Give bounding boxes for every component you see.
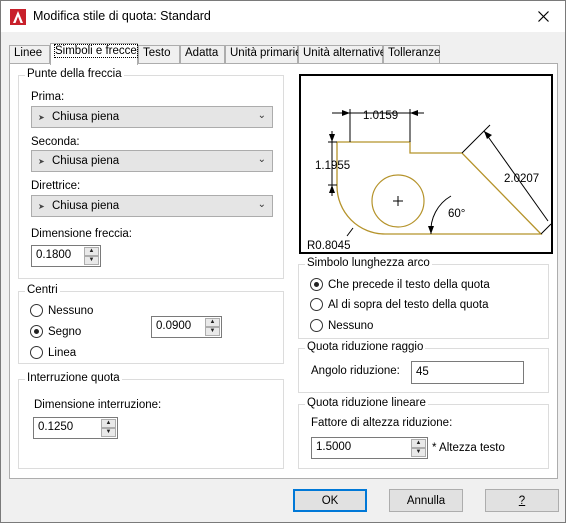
dim-break-title: Interruzione quota <box>25 372 122 384</box>
center-marks-group: Centri Nessuno Segno Linea 0.0900 ▲ ▼ <box>18 284 284 364</box>
preview-radius: R0.8045 <box>307 240 350 252</box>
linear-jog-group: Quota riduzione lineare Fattore di altez… <box>298 397 549 469</box>
preview-dim-left: 1.1955 <box>315 160 350 172</box>
radius-jog-group: Quota riduzione raggio Angolo riduzione:… <box>298 341 549 393</box>
first-arrow-label: Prima: <box>31 91 65 103</box>
filled-arrow-icon: ➤ <box>38 156 45 166</box>
jog-factor-value: 1.5000 <box>316 441 352 453</box>
jog-angle-label: Angolo riduzione: <box>311 365 400 377</box>
leader-arrow-label: Direttrice: <box>31 180 81 192</box>
chevron-down-icon: ⌄ <box>257 110 266 121</box>
preview-dim-top: 1.0159 <box>363 110 398 122</box>
tab-panel: Punte della freccia Prima: ➤ Chiusa pien… <box>9 63 558 479</box>
tab-tolleranze[interactable]: Tolleranze <box>383 45 440 64</box>
window-title: Modifica stile di quota: Standard <box>33 9 211 23</box>
center-mark-radio[interactable]: Segno <box>30 325 81 338</box>
preview-shape <box>336 141 543 235</box>
chevron-down-icon: ⌄ <box>257 154 266 165</box>
dim-break-group: Interruzione quota Dimensione interruzio… <box>18 372 284 469</box>
ok-button[interactable]: OK <box>293 489 367 512</box>
arrow-size-label: Dimensione freccia: <box>31 228 132 240</box>
tab-simboli-e-frecce[interactable]: Simboli e frecce <box>50 43 138 65</box>
arrow-size-value: 0.1800 <box>36 249 72 261</box>
title-bar: Modifica stile di quota: Standard <box>1 1 565 32</box>
spin-down-icon[interactable]: ▼ <box>84 256 99 265</box>
center-none-radio[interactable]: Nessuno <box>30 304 93 317</box>
break-size-value: 0.1250 <box>38 421 74 433</box>
preview-drawing: 1.0159 1.1955 2.0207 60° R0.8045 <box>307 109 552 252</box>
radius-jog-title: Quota riduzione raggio <box>305 341 426 353</box>
chevron-down-icon: ⌄ <box>257 199 266 210</box>
tab-adatta[interactable]: Adatta <box>180 45 225 64</box>
preview-dim-right: 2.0207 <box>504 173 539 185</box>
autocad-logo-icon <box>10 9 26 25</box>
arc-length-title: Simbolo lunghezza arco <box>305 257 432 269</box>
leader-arrow-select[interactable]: ➤ Chiusa piena ⌄ <box>31 195 273 217</box>
spin-down-icon[interactable]: ▼ <box>205 327 220 336</box>
second-arrow-label: Seconda: <box>31 136 80 148</box>
arc-length-group: Simbolo lunghezza arco Che precede il te… <box>298 257 549 339</box>
tab-unita-alternative[interactable]: Unità alternative <box>298 45 386 64</box>
spin-up-icon[interactable]: ▲ <box>411 439 426 448</box>
spin-down-icon[interactable]: ▼ <box>101 428 116 437</box>
filled-arrow-icon: ➤ <box>38 112 45 122</box>
tab-testo[interactable]: Testo <box>138 45 180 64</box>
arrowheads-group: Punte della freccia Prima: ➤ Chiusa pien… <box>18 68 284 279</box>
center-size-spinner[interactable]: 0.0900 ▲ ▼ <box>151 316 222 338</box>
center-size-value: 0.0900 <box>156 320 192 332</box>
arrowheads-title: Punte della freccia <box>25 68 124 80</box>
spin-up-icon[interactable]: ▲ <box>205 318 220 327</box>
tab-unita-primarie[interactable]: Unità primarie <box>225 45 302 64</box>
spin-up-icon[interactable]: ▲ <box>101 419 116 428</box>
arc-above-text-radio[interactable]: Al di sopra del testo della quota <box>310 298 488 311</box>
jog-factor-spinner[interactable]: 1.5000 ▲ ▼ <box>311 437 428 459</box>
close-button[interactable] <box>521 1 565 32</box>
dialog-window: Modifica stile di quota: Standard Linee … <box>0 0 566 523</box>
cancel-button[interactable]: Annulla <box>389 489 463 512</box>
arrow-size-spinner[interactable]: 0.1800 ▲ ▼ <box>31 245 101 267</box>
filled-arrow-icon: ➤ <box>38 201 45 211</box>
preview-angle: 60° <box>448 208 465 220</box>
break-size-spinner[interactable]: 0.1250 ▲ ▼ <box>33 417 118 439</box>
dimension-preview: 1.0159 1.1955 2.0207 60° R0.8045 <box>299 74 553 254</box>
arc-none-radio[interactable]: Nessuno <box>310 319 373 332</box>
spin-up-icon[interactable]: ▲ <box>84 247 99 256</box>
spin-down-icon[interactable]: ▼ <box>411 448 426 457</box>
help-button[interactable]: ? <box>485 489 559 512</box>
close-icon <box>537 11 549 22</box>
arc-before-text-radio[interactable]: Che precede il testo della quota <box>310 278 490 291</box>
first-arrow-select[interactable]: ➤ Chiusa piena ⌄ <box>31 106 273 128</box>
center-marks-title: Centri <box>25 284 60 296</box>
jog-angle-input[interactable]: 45 <box>411 361 524 384</box>
center-line-radio[interactable]: Linea <box>30 346 76 359</box>
second-arrow-select[interactable]: ➤ Chiusa piena ⌄ <box>31 150 273 172</box>
linear-jog-title: Quota riduzione lineare <box>305 397 428 409</box>
break-size-label: Dimensione interruzione: <box>34 399 162 411</box>
tab-linee[interactable]: Linee <box>9 45 50 64</box>
jog-factor-suffix: * Altezza testo <box>432 442 505 454</box>
jog-factor-label: Fattore di altezza riduzione: <box>311 417 453 429</box>
